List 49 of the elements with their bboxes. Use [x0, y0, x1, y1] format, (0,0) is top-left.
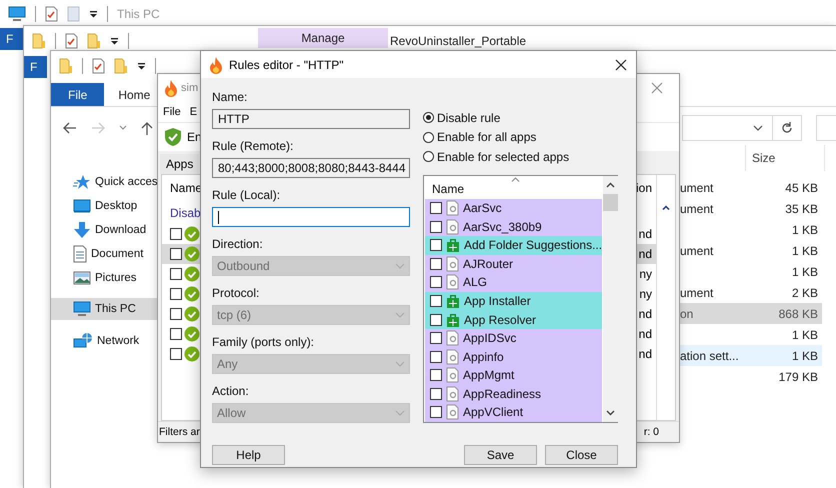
- table-cell: nd: [638, 327, 652, 341]
- window-title: sim: [181, 82, 198, 94]
- field-label: Name:: [212, 89, 248, 105]
- file-size: 179 KB: [778, 370, 818, 384]
- window-title: RevoUninstaller_Portable: [390, 34, 526, 48]
- app-name: AppVClient: [463, 405, 524, 420]
- app-name: AppIDSvc: [463, 331, 516, 346]
- app-name: AppReadiness: [463, 386, 542, 401]
- group-header: Disab: [170, 206, 201, 220]
- app-name: App Resolver: [464, 312, 536, 327]
- file-size: 1 KB: [792, 264, 818, 278]
- field-label: Direction:: [212, 236, 264, 252]
- table-cell: nd: [638, 227, 652, 241]
- app-name: AppMgmt: [463, 368, 514, 382]
- field-label: Rule (Remote):: [212, 138, 294, 154]
- field-label: Rule (Local):: [212, 187, 282, 203]
- file-size: 1 KB: [792, 348, 818, 362]
- file-size: 45 KB: [785, 180, 818, 194]
- table-cell: ny: [639, 267, 652, 281]
- app-name: Add Folder Suggestions...: [464, 238, 602, 252]
- table-cell: ny: [639, 287, 652, 301]
- field-label: Protocol:: [212, 285, 260, 301]
- app-name: AarSvc_380b9: [463, 220, 542, 234]
- table-cell: nd: [638, 247, 652, 261]
- app-name: ALG: [463, 275, 488, 290]
- app-name: Appinfo: [463, 350, 504, 364]
- app-name: AJRouter: [463, 256, 514, 271]
- dialog-title: Rules editor - "HTTP": [229, 58, 344, 72]
- file-type: ument: [680, 244, 714, 258]
- table-cell: nd: [638, 307, 652, 321]
- table-cell: nd: [638, 347, 652, 361]
- file-size: 1 KB: [792, 222, 818, 236]
- app-name: AarSvc: [463, 201, 502, 216]
- file-type: on: [680, 306, 694, 320]
- file-size: 1 KB: [792, 328, 818, 342]
- file-size: 1 KB: [792, 244, 818, 258]
- file-size: 868 KB: [778, 306, 818, 320]
- file-type: ation sett...: [680, 348, 739, 362]
- file-type: ument: [680, 202, 714, 216]
- window-title: This PC: [117, 7, 160, 21]
- status-text: r: 0: [644, 426, 659, 438]
- file-type: ument: [680, 286, 714, 300]
- file-type: ument: [680, 180, 714, 194]
- file-size: 35 KB: [785, 202, 818, 216]
- app-name: App Installer: [464, 294, 531, 308]
- field-label: Action:: [212, 383, 250, 399]
- file-size: 2 KB: [792, 286, 818, 300]
- status-text: Filters ar: [159, 426, 200, 438]
- field-label: Family (ports only):: [212, 334, 316, 350]
